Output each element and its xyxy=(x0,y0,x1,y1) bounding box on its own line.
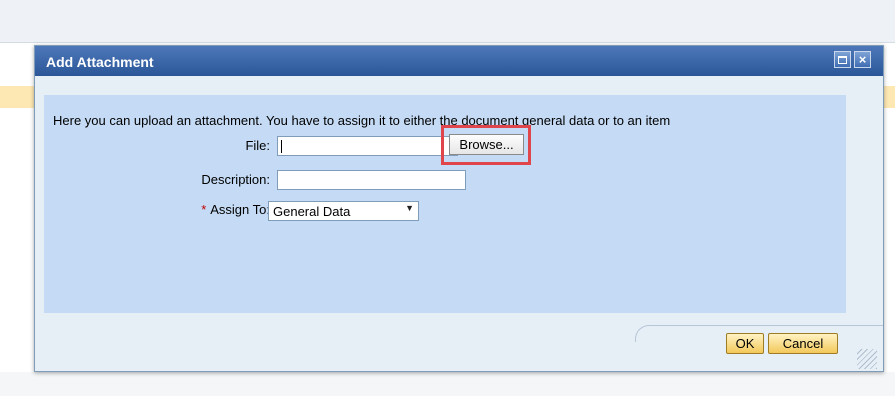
browse-highlight-box xyxy=(441,125,531,165)
add-attachment-dialog: Add Attachment × Here you can upload an … xyxy=(34,45,884,372)
assign-to-value: General Data xyxy=(273,204,351,219)
resize-grip-icon[interactable] xyxy=(857,349,877,369)
required-marker: * xyxy=(201,202,207,217)
file-input[interactable] xyxy=(277,136,458,156)
background-toolbar xyxy=(0,0,895,43)
assign-to-label: * Assign To: xyxy=(150,202,270,217)
description-input[interactable] xyxy=(277,170,466,190)
file-label: File: xyxy=(245,138,270,153)
background-footer xyxy=(0,372,895,396)
maximize-button[interactable] xyxy=(834,51,851,68)
maximize-icon xyxy=(838,55,847,64)
intro-text: Here you can upload an attachment. You h… xyxy=(53,113,671,128)
description-label: Description: xyxy=(201,172,270,187)
close-button[interactable]: × xyxy=(854,51,871,68)
cancel-button[interactable]: Cancel xyxy=(768,333,838,354)
ok-button[interactable]: OK xyxy=(726,333,764,354)
assign-to-label-text: Assign To: xyxy=(210,202,270,217)
assign-to-select[interactable]: General Data ▼ xyxy=(268,201,419,221)
close-icon: × xyxy=(858,52,867,67)
chevron-down-icon: ▼ xyxy=(405,203,414,213)
text-caret xyxy=(281,140,282,153)
dialog-titlebar[interactable]: Add Attachment × xyxy=(35,46,883,76)
dialog-title: Add Attachment xyxy=(46,54,154,70)
